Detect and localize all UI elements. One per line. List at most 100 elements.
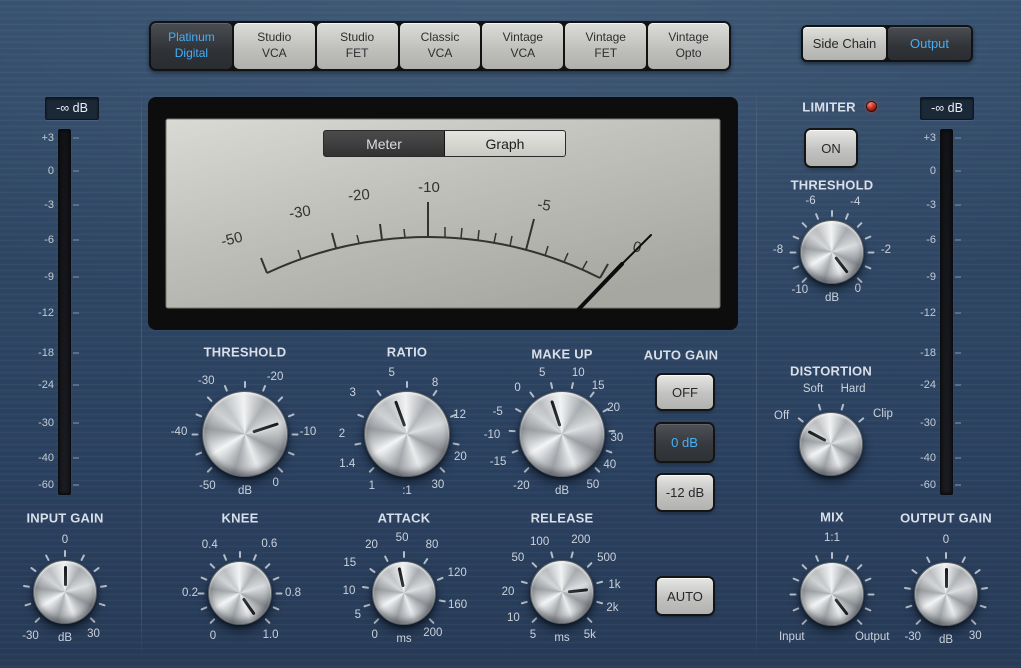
knob-tick: [423, 557, 429, 565]
knob-unit-label: dB: [824, 292, 840, 304]
knob-cap[interactable]: [208, 561, 272, 625]
knob-tick: [915, 618, 922, 625]
tab-vintage-opto[interactable]: Vintage Opto: [648, 23, 730, 69]
knob-mark-label: 1.0: [262, 629, 279, 642]
knob-cap[interactable]: [800, 562, 864, 626]
threshold-knob[interactable]: -50 -40 -30 -20 -10 0 dB THRESHOLD: [165, 345, 325, 514]
knob-tick: [911, 568, 918, 574]
knob-tick: [361, 585, 370, 589]
meter-scale-tick: [955, 136, 961, 139]
tab-vintage-vca[interactable]: Vintage VCA: [482, 23, 564, 69]
knob-mark-label: 40: [603, 459, 617, 472]
knob-tick: [596, 580, 604, 584]
knob-tick: [844, 554, 850, 562]
meter-scale-label: -6: [44, 234, 54, 246]
knob-mark-label: Input: [778, 631, 805, 644]
auto-gain-0db-button[interactable]: 0 dB: [656, 424, 713, 461]
knob-tick: [272, 575, 280, 581]
output-gain-knob[interactable]: 0 -30 30 dB OUTPUT GAIN: [866, 511, 1021, 668]
knob-pointer: [34, 561, 96, 623]
meter-scale-tick: [955, 484, 961, 486]
knob-tick: [508, 429, 516, 432]
knob-tick: [596, 600, 604, 604]
knob-mark-label: 10: [507, 611, 520, 624]
tab-studio-vca[interactable]: Studio VCA: [233, 23, 315, 69]
input-level-meter: +3 0 -3 -6 -9 -12 -18 -24 -30 -40 -60: [22, 129, 84, 495]
tab-vintage-fet[interactable]: Vintage FET: [565, 23, 647, 69]
knob-tick: [789, 251, 797, 253]
knob-mark-label: -30: [22, 630, 39, 643]
tab-studio-fet[interactable]: Studio FET: [316, 23, 398, 69]
output-button[interactable]: Output: [888, 27, 971, 60]
knob-mark-label: -10: [791, 284, 809, 297]
meter-scale-tick: [73, 170, 79, 173]
knob-mark-label: -10: [483, 429, 501, 442]
make-up-knob[interactable]: -20 -15 -10 -5 0 5 10 15 20 30 40 50 dB MAKE UP: [482, 347, 642, 514]
knob-tick: [831, 551, 833, 559]
meter-scale-tick: [955, 275, 961, 278]
knob-mark-label: -40: [170, 425, 188, 438]
knob-mark-label: 30: [968, 629, 982, 642]
graph-tab[interactable]: Graph: [444, 131, 565, 156]
knob-unit-label: dB: [938, 634, 954, 646]
knob-pointer: [528, 558, 596, 626]
knob-tick: [864, 264, 872, 270]
knob-mark-label: 5: [354, 608, 361, 621]
knob-mark-label: 0: [209, 630, 217, 643]
knob-tick: [903, 586, 912, 590]
knob-cap[interactable]: [202, 391, 288, 477]
knee-knob[interactable]: 0 0.2 0.4 0.6 0.8 1.0 KNEE: [160, 511, 320, 668]
input-gain-knob[interactable]: 0 -30 30 dB INPUT GAIN: [0, 510, 145, 668]
knob-mark-label: 50: [511, 551, 525, 564]
vu-display: -50 -30 -20 -10 -5 0 Meter Graph: [148, 97, 738, 330]
knob-tick: [383, 554, 389, 562]
meter-tab[interactable]: Meter: [324, 131, 444, 156]
limiter-title: LIMITER: [802, 99, 856, 115]
limiter-threshold-knob[interactable]: -10 -8 -6 -4 -2 0 dB THRESHOLD: [752, 172, 912, 332]
auto-gain-m12db-button[interactable]: -12 dB: [657, 475, 713, 510]
knob-tick: [594, 466, 601, 473]
meter-scale-tick: [955, 204, 961, 207]
knob-mark-label: 5: [388, 366, 395, 379]
knob-tick: [197, 592, 205, 594]
knob-tick: [801, 618, 808, 625]
knob-cap[interactable]: [33, 560, 97, 624]
knob-cap[interactable]: [372, 561, 436, 625]
side-chain-button[interactable]: Side Chain: [803, 27, 886, 60]
knob-tick: [867, 251, 875, 253]
knob-tick: [792, 606, 800, 612]
limiter-on-button[interactable]: ON: [806, 130, 856, 166]
knob-cap[interactable]: [530, 560, 594, 624]
knob-unit-label: ms: [396, 633, 412, 645]
knob-cap[interactable]: [914, 562, 978, 626]
knob-unit-label: dB: [57, 632, 73, 644]
ratio-knob[interactable]: 1 1.4 2 3 5 8 12 20 30:1 RATIO: [327, 345, 487, 514]
knob-mark-label: 12: [453, 408, 467, 421]
knob-cap[interactable]: [519, 391, 605, 477]
meter-scale-tick: [955, 170, 961, 173]
meter-scale-label: -12: [38, 306, 54, 319]
knob-mark-label: 30: [610, 431, 624, 444]
knob-cap[interactable]: [799, 412, 863, 476]
knob-tick: [856, 276, 863, 283]
knob-pointer: [915, 563, 977, 625]
release-auto-button[interactable]: AUTO: [657, 578, 713, 614]
knob-tick: [209, 617, 216, 624]
distortion-knob[interactable]: Off Soft Hard Clip DISTORTION: [751, 364, 911, 524]
knob-tick: [586, 561, 593, 568]
knob-cap[interactable]: [800, 220, 864, 284]
tab-platinum-digital[interactable]: Platinum Digital: [151, 23, 232, 69]
tab-classic-vca[interactable]: Classic VCA: [399, 23, 481, 69]
release-knob[interactable]: 5 10 20 50 100 200 500 1k 2k 5k ms RELEASE: [482, 511, 642, 668]
knob-pointer: [789, 402, 873, 486]
meter-scale-label: +3: [41, 131, 54, 144]
knob-cap[interactable]: [364, 391, 450, 477]
knob-mark-label: -20: [266, 371, 284, 384]
knob-tick: [287, 412, 295, 418]
knob-mark-label: 500: [597, 552, 617, 565]
attack-knob[interactable]: 0 5 10 15 20 50 80 120 160 200 ms ATTACK: [324, 511, 484, 668]
knob-title: INPUT GAIN: [26, 510, 104, 526]
auto-gain-off-button[interactable]: OFF: [657, 375, 713, 409]
knob-tick: [44, 553, 50, 561]
vu-scale-label: -20: [347, 186, 370, 205]
